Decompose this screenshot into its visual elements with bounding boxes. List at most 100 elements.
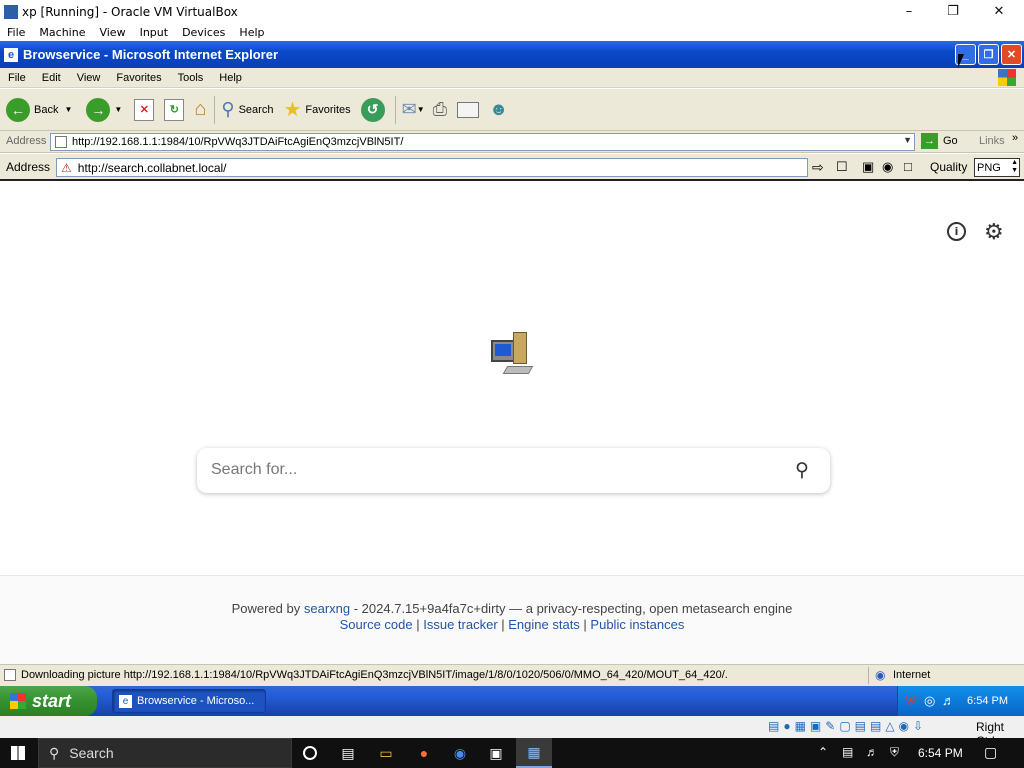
magnifier-icon: ⚲ — [221, 99, 235, 119]
windows-start-button[interactable] — [0, 738, 36, 768]
firefox-button[interactable]: ● — [406, 738, 442, 768]
home-button[interactable]: ⌂ — [194, 93, 206, 127]
volume-icon[interactable]: ♬ — [942, 693, 955, 708]
vb-menu-help[interactable]: Help — [232, 26, 271, 39]
binoculars-icon[interactable]: ◉ — [882, 159, 893, 175]
ie-menu-file[interactable]: File — [0, 72, 34, 84]
keyboard-icon — [502, 366, 534, 374]
back-label: Back — [34, 103, 59, 116]
cortana-button[interactable] — [292, 738, 328, 768]
favorites-label: Favorites — [305, 103, 351, 116]
task-view-button[interactable]: ▤ — [330, 738, 366, 768]
restore-button[interactable]: ❐ — [930, 0, 976, 23]
address-dropdown-icon[interactable]: ▼ — [903, 135, 912, 145]
ie-address-field[interactable]: http://192.168.1.1:1984/10/RpVWq3JTDAiFt… — [50, 133, 915, 151]
settings-gear-icon[interactable]: ⚙ — [984, 220, 1004, 245]
search-button[interactable]: ⚲ Search — [221, 93, 273, 127]
vb-menu-machine[interactable]: Machine — [32, 26, 92, 39]
mail-button[interactable]: ✉ ▼ — [402, 93, 425, 127]
messenger-icon: ☻ — [489, 99, 509, 119]
footer-links: Source code | Issue tracker | Engine sta… — [339, 617, 685, 632]
print-button[interactable]: ⎙ — [433, 93, 447, 127]
refresh-button[interactable]: ↻ — [164, 93, 185, 127]
bookmark-icon[interactable]: ☐ — [836, 159, 848, 175]
dropdown-arrow-icon[interactable]: ▼ — [114, 105, 122, 114]
ie-address-bar: Address http://192.168.1.1:1984/10/RpVWq… — [0, 131, 1024, 153]
windows-clock[interactable]: 6:54 PM — [918, 746, 963, 760]
tower-icon — [513, 332, 527, 364]
source-code-link[interactable]: Source code — [340, 617, 413, 632]
stop-button[interactable]: ✕ — [134, 93, 155, 127]
virtualbox-app-icon — [4, 4, 18, 19]
browservice-address-field[interactable]: ⚠ http://search.collabnet.local/ — [56, 158, 808, 177]
quality-select[interactable]: PNG ▲ ▼ — [974, 158, 1020, 177]
download-icon[interactable]: □ — [904, 159, 912, 174]
ie-menu-favorites[interactable]: Favorites — [108, 72, 169, 84]
volume-muted-icon[interactable]: ♬ — [866, 745, 878, 759]
engine-stats-link[interactable]: Engine stats — [508, 617, 580, 632]
ie-title-bar: e Browservice - Microsoft Internet Explo… — [0, 41, 1024, 68]
messenger-button[interactable]: ☻ — [489, 93, 508, 127]
vb-menu-view[interactable]: View — [92, 26, 132, 39]
windows-flag-icon — [998, 69, 1016, 86]
ie-menu-view[interactable]: View — [69, 72, 109, 84]
cortana-icon — [303, 746, 317, 760]
notifications-icon[interactable]: ▢ — [984, 744, 997, 761]
ie-menu-help[interactable]: Help — [211, 72, 250, 84]
toolbar-separator — [394, 95, 396, 124]
file-explorer-button[interactable]: ▭ — [368, 738, 404, 768]
links-label[interactable]: Links — [979, 135, 1005, 147]
globe-icon: ◉ — [875, 668, 886, 682]
chevron-up-icon[interactable]: ⌃ — [818, 745, 828, 759]
virtualbox-vm-icon: ▦ — [527, 743, 541, 760]
minimize-button[interactable]: – — [886, 0, 932, 23]
navigate-arrow-icon[interactable]: ⇨ — [812, 159, 824, 176]
zone-label: Internet — [893, 669, 931, 681]
virtualbox-vm-button[interactable]: ▦ — [516, 738, 552, 768]
ie-close-button[interactable]: ✕ — [1001, 44, 1022, 65]
virtualbox-window-title: xp [Running] - Oracle VM VirtualBox — [22, 4, 238, 19]
vb-menu-file[interactable]: File — [0, 26, 32, 39]
security-icon[interactable]: ⛨ — [890, 745, 899, 760]
taskbar-task-ie[interactable]: e Browservice - Microso... — [112, 689, 266, 713]
mail-icon: ✉ — [401, 99, 417, 119]
chrome-button[interactable]: ◉ — [442, 738, 478, 768]
folder-icon: ▭ — [379, 744, 393, 761]
vb-menu-devices[interactable]: Devices — [175, 26, 232, 39]
dropdown-arrow-icon[interactable]: ▼ — [64, 105, 72, 114]
shield-icon[interactable]: ⛨ — [906, 693, 916, 709]
network-icon[interactable]: ◎ — [924, 693, 935, 709]
search-submit-icon[interactable]: ⚲ — [795, 459, 809, 482]
start-button[interactable]: start — [0, 686, 97, 716]
virtualbox-manager-button[interactable]: ▣ — [478, 738, 514, 768]
back-arrow-icon: ← — [6, 97, 30, 122]
ie-menu-tools[interactable]: Tools — [170, 72, 212, 84]
windows-search-box[interactable]: ⚲ Search — [38, 738, 292, 768]
vb-menu-input[interactable]: Input — [133, 26, 175, 39]
spinner-icon[interactable]: ▲ ▼ — [1011, 159, 1018, 175]
ie-restore-button[interactable]: ❐ — [978, 44, 999, 65]
favorites-button[interactable]: ★ Favorites — [283, 93, 350, 127]
searxng-link[interactable]: searxng — [304, 601, 350, 616]
edit-button[interactable] — [457, 93, 480, 127]
page-footer: Powered by searxng - 2024.7.15+9a4fa7c+d… — [0, 575, 1024, 664]
ie-menu-edit[interactable]: Edit — [34, 72, 69, 84]
close-button[interactable]: ✕ — [976, 0, 1022, 23]
info-icon[interactable]: i — [947, 222, 966, 241]
go-button[interactable]: → Go — [921, 133, 958, 149]
issue-tracker-link[interactable]: Issue tracker — [423, 617, 497, 632]
forward-button[interactable]: → ▼ — [86, 93, 122, 127]
dropdown-arrow-icon[interactable]: ▼ — [417, 105, 425, 114]
star-icon: ★ — [283, 99, 302, 121]
browservice-toolbar: Address ⚠ http://search.collabnet.local/… — [0, 154, 1024, 181]
find-icon[interactable]: ▣ — [862, 159, 874, 175]
windows-search-label: Search — [69, 745, 114, 761]
history-button[interactable]: ↺ — [360, 93, 389, 127]
public-instances-link[interactable]: Public instances — [590, 617, 684, 632]
network-icon[interactable]: ▤ — [842, 745, 853, 759]
ie-app-icon: e — [4, 47, 18, 62]
chevron-right-icon[interactable]: » — [1012, 132, 1018, 144]
back-button[interactable]: ← Back ▼ — [6, 93, 72, 127]
search-input[interactable] — [211, 459, 771, 481]
ie-address-url: http://192.168.1.1:1984/10/RpVWq3JTDAiFt… — [72, 136, 404, 148]
